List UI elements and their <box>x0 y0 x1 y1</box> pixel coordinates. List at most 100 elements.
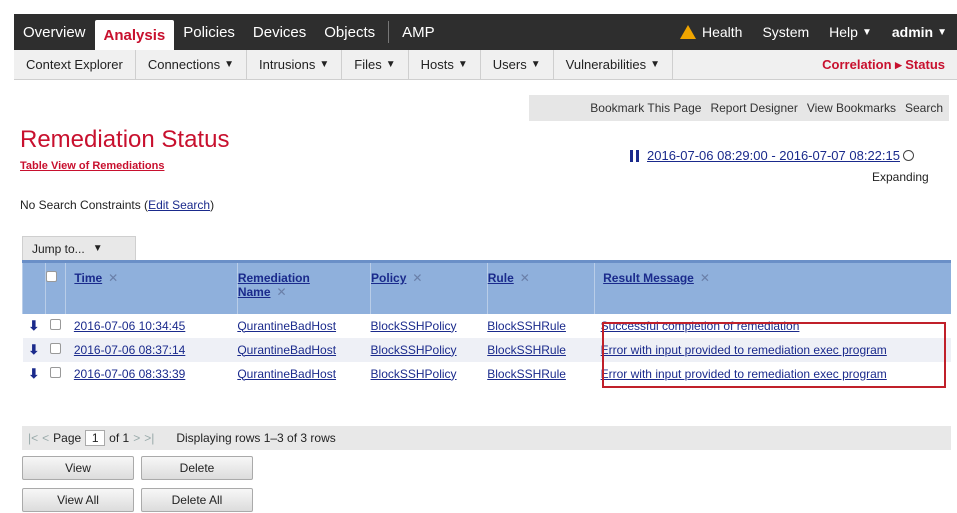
view-button[interactable]: View <box>22 456 134 480</box>
cell-rule: BlockSSHRule <box>487 362 594 386</box>
time-link[interactable]: 2016-07-06 10:34:45 <box>74 319 185 333</box>
chevron-down-icon: ▼ <box>92 243 103 254</box>
pause-icon[interactable] <box>630 149 639 162</box>
row-checkbox[interactable] <box>50 366 62 378</box>
result-message-link[interactable]: Error with input provided to remediation… <box>601 343 887 357</box>
report-designer-link[interactable]: Report Designer <box>710 101 797 115</box>
remediation-name-link[interactable]: QurantineBadHost <box>237 343 336 357</box>
subnav-connections[interactable]: Connections ▼ <box>136 49 248 80</box>
view-bookmarks-link[interactable]: View Bookmarks <box>807 101 896 115</box>
result-message-link[interactable]: Error with input provided to remediation… <box>601 367 887 381</box>
remediation-name-link[interactable]: QurantineBadHost <box>237 367 336 381</box>
cell-remediation-name: QurantineBadHost <box>237 337 371 362</box>
row-checkbox[interactable] <box>50 318 62 330</box>
nav-user-label: admin <box>891 24 934 40</box>
cell-remediation-name: QurantineBadHost <box>237 314 370 338</box>
time-link[interactable]: 2016-07-06 08:37:14 <box>74 343 185 357</box>
cell-time: 2016-07-06 08:33:39 <box>66 362 237 386</box>
cell-time: 2016-07-06 08:37:14 <box>65 337 238 362</box>
bookmark-this-page-link[interactable]: Bookmark This Page <box>590 101 701 115</box>
last-page-icon[interactable]: >| <box>144 431 154 445</box>
delete-button[interactable]: Delete <box>141 456 253 480</box>
row-checkbox[interactable] <box>50 342 62 354</box>
time-range-link[interactable]: 2016-07-06 08:29:00 - 2016-07-07 08:22:1… <box>647 148 900 163</box>
page-number-input[interactable]: 1 <box>85 430 106 446</box>
pagination-bar: |< < Page 1 of 1 > >| Displaying rows 1–… <box>22 426 951 450</box>
nav-user[interactable]: admin ▼ <box>882 14 957 50</box>
nav-objects[interactable]: Objects <box>315 14 384 50</box>
chevron-down-icon: ▼ <box>457 59 468 70</box>
subnav-context-explorer[interactable]: Context Explorer <box>14 49 136 80</box>
subnav-files[interactable]: Files ▼ <box>342 49 409 80</box>
sort-time-link[interactable]: Time <box>74 271 102 285</box>
header-time: Time ✕ <box>65 260 238 314</box>
rows-display-label: Displaying rows 1–3 of 3 rows <box>176 431 336 445</box>
delete-all-button[interactable]: Delete All <box>141 488 253 512</box>
search-link[interactable]: Search <box>905 101 943 115</box>
nav-overview[interactable]: Overview <box>14 14 95 50</box>
subnav-users[interactable]: Users ▼ <box>481 49 554 80</box>
remove-column-icon[interactable]: ✕ <box>277 285 287 299</box>
header-rule: Rule ✕ <box>486 260 595 314</box>
nav-analysis[interactable]: Analysis <box>94 20 175 50</box>
nav-divider <box>388 21 390 43</box>
clock-icon <box>902 150 914 161</box>
policy-link[interactable]: BlockSSHPolicy <box>371 343 457 357</box>
sort-result-message-link[interactable]: Result Message <box>603 271 694 285</box>
remediation-name-link[interactable]: QurantineBadHost <box>237 319 336 333</box>
row-checkbox-cell <box>45 314 66 338</box>
rule-link[interactable]: BlockSSHRule <box>487 319 566 333</box>
header-remediation-name-line2: Name <box>237 285 271 299</box>
prev-page-icon[interactable]: < <box>42 431 49 445</box>
nav-help[interactable]: Help ▼ <box>819 14 882 50</box>
chevron-down-icon: ▼ <box>385 59 396 70</box>
nav-help-label: Help <box>829 24 858 40</box>
header-policy: Policy ✕ <box>370 260 488 314</box>
rule-link[interactable]: BlockSSHRule <box>487 343 566 357</box>
cell-result-message: Successful completion of remediation <box>595 314 951 338</box>
cell-rule: BlockSSHRule <box>487 314 594 338</box>
table-view-link[interactable]: Table View of Remediations <box>20 160 164 172</box>
subnav-correlation-status[interactable]: Correlation ▸ Status <box>810 50 957 80</box>
drilldown-arrow-icon[interactable]: ⬇ <box>23 362 46 386</box>
nav-health[interactable]: Health <box>670 14 752 50</box>
drilldown-arrow-icon[interactable]: ⬇ <box>22 337 46 362</box>
header-remediation-name-line1: Remediation <box>237 271 310 285</box>
table-header-row: Time ✕ Remediation Name ✕ Policy ✕ Rule ✕ Res… <box>22 260 951 314</box>
jump-to-dropdown[interactable]: Jump to... ▼ <box>22 236 136 260</box>
subnav-intrusions[interactable]: Intrusions ▼ <box>247 49 343 80</box>
cell-result-message: Error with input provided to remediation… <box>595 362 951 386</box>
row-checkbox-cell <box>45 337 66 362</box>
sort-rule-link[interactable]: Rule <box>488 271 514 285</box>
subnav-vulnerabilities[interactable]: Vulnerabilities ▼ <box>554 49 674 80</box>
policy-link[interactable]: BlockSSHPolicy <box>371 319 457 333</box>
edit-search-link[interactable]: Edit Search <box>148 198 210 212</box>
policy-link[interactable]: BlockSSHPolicy <box>371 367 457 381</box>
subnav-hosts[interactable]: Hosts ▼ <box>409 49 481 80</box>
select-all-checkbox[interactable] <box>45 271 57 282</box>
next-page-icon[interactable]: > <box>133 431 140 445</box>
nav-devices[interactable]: Devices <box>244 14 315 50</box>
remove-column-icon[interactable]: ✕ <box>700 271 710 285</box>
header-checkbox-col <box>44 260 66 314</box>
nav-amp[interactable]: AMP <box>393 14 444 50</box>
table-row: ⬇ 2016-07-06 08:33:39 QurantineBadHost B… <box>23 362 952 386</box>
subnav-users-label: Users <box>492 57 527 72</box>
subnav-hosts-label: Hosts <box>420 57 454 72</box>
remove-column-icon[interactable]: ✕ <box>108 271 118 285</box>
sort-policy-link[interactable]: Policy <box>371 271 406 285</box>
subnav-connections-label: Connections <box>147 57 221 72</box>
result-message-link[interactable]: Successful completion of remediation <box>601 319 800 333</box>
rule-link[interactable]: BlockSSHRule <box>487 367 566 381</box>
time-link[interactable]: 2016-07-06 08:33:39 <box>74 367 185 381</box>
remediation-table: Time ✕ Remediation Name ✕ Policy ✕ Rule ✕ Res… <box>22 260 951 386</box>
remove-column-icon[interactable]: ✕ <box>412 271 422 285</box>
view-all-button[interactable]: View All <box>22 488 134 512</box>
chevron-down-icon: ▼ <box>861 26 872 38</box>
remove-column-icon[interactable]: ✕ <box>520 271 530 285</box>
first-page-icon[interactable]: |< <box>28 431 38 445</box>
nav-policies[interactable]: Policies <box>174 14 244 50</box>
drilldown-arrow-icon[interactable]: ⬇ <box>23 314 46 338</box>
sort-remediation-name-link[interactable]: Remediation Name <box>238 271 310 299</box>
nav-system[interactable]: System <box>752 14 819 50</box>
